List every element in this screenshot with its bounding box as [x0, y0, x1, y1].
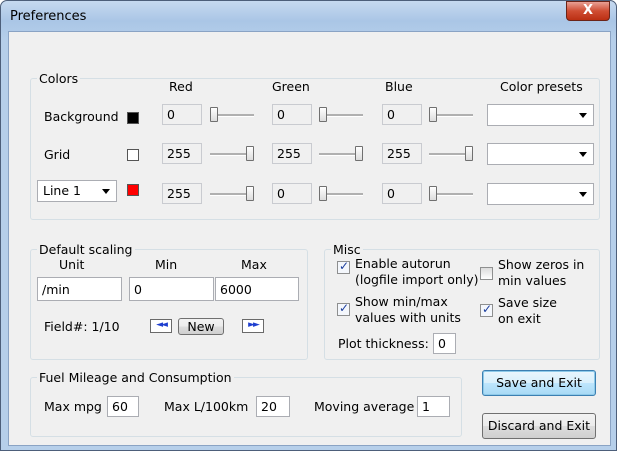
max-l100km-field[interactable]: 20 [256, 396, 290, 417]
discard-and-exit-button[interactable]: Discard and Exit [482, 413, 596, 439]
max-mpg-field[interactable]: 60 [107, 396, 139, 417]
scaling-group-label: Default scaling [37, 242, 135, 257]
line-green-field[interactable]: 0 [272, 183, 312, 204]
slider-thumb[interactable] [210, 107, 218, 122]
slider-thumb[interactable] [319, 186, 327, 201]
background-green-field[interactable]: 0 [272, 104, 312, 125]
grid-green-slider[interactable] [317, 145, 365, 163]
slider-thumb[interactable] [246, 146, 254, 161]
slider-thumb[interactable] [246, 186, 254, 201]
moving-average-label: Moving average [314, 399, 415, 414]
show-zeros-label-line1: Show zeros in [498, 257, 585, 272]
colors-group-label: Colors [37, 71, 81, 86]
slider-thumb[interactable] [429, 186, 437, 201]
save-size-label-line1: Save size [498, 295, 557, 310]
grid-swatch[interactable] [127, 149, 139, 161]
autorun-label-line1: Enable autorun [355, 256, 451, 271]
background-blue-slider[interactable] [427, 106, 475, 124]
show-minmax-label-line2: values with units [355, 310, 461, 325]
save-size-label-line2: on exit [498, 311, 541, 326]
chevron-down-icon [579, 192, 587, 197]
chevron-down-icon [579, 113, 587, 118]
line-red-slider[interactable] [208, 185, 256, 203]
grid-blue-slider[interactable] [427, 145, 475, 163]
moving-average-field[interactable]: 1 [417, 396, 450, 417]
grid-blue-field[interactable]: 255 [382, 143, 422, 164]
blue-header: Blue [385, 79, 413, 94]
background-blue-field[interactable]: 0 [382, 104, 422, 125]
next-field-button[interactable]: ►► [242, 319, 264, 333]
background-green-slider[interactable] [317, 106, 365, 124]
max-l100km-label: Max L/100km [164, 399, 249, 414]
title-bar[interactable]: Preferences X [1, 1, 616, 31]
field-number-label: Field#: 1/10 [44, 319, 120, 334]
max-mpg-label: Max mpg [44, 399, 102, 414]
autorun-checkbox[interactable] [337, 259, 350, 274]
line-blue-slider[interactable] [427, 185, 475, 203]
plot-thickness-label: Plot thickness: [338, 336, 429, 351]
grid-red-field[interactable]: 255 [162, 143, 202, 164]
show-zeros-label-line2: min values [498, 273, 567, 288]
dialog-client: Colors Red Green Blue Color presets Back… [8, 31, 611, 446]
show-minmax-checkbox[interactable] [337, 301, 350, 316]
unit-label: Unit [59, 257, 85, 272]
chevron-down-icon [102, 189, 110, 194]
slider-thumb[interactable] [429, 107, 437, 122]
new-field-button[interactable]: New [178, 318, 224, 335]
line-select[interactable]: Line 1 [37, 180, 117, 202]
line-green-slider[interactable] [317, 185, 365, 203]
slider-thumb[interactable] [355, 146, 363, 161]
max-field[interactable]: 6000 [215, 277, 299, 301]
misc-group-label: Misc [331, 242, 363, 257]
background-red-field[interactable]: 0 [162, 104, 202, 125]
line-preset-select[interactable] [487, 183, 594, 205]
background-preset-select[interactable] [487, 104, 594, 126]
line-select-value: Line 1 [43, 183, 81, 198]
previous-field-button[interactable]: ◄◄ [150, 319, 172, 333]
grid-label: Grid [44, 147, 71, 162]
save-size-checkbox[interactable] [480, 302, 493, 317]
line-blue-field[interactable]: 0 [382, 183, 422, 204]
autorun-label-line2: (logfile import only) [355, 272, 479, 287]
max-label: Max [241, 257, 267, 272]
background-swatch[interactable] [127, 112, 139, 124]
min-label: Min [155, 257, 178, 272]
presets-header: Color presets [500, 79, 583, 94]
unit-field[interactable]: /min [37, 277, 122, 301]
window-title: Preferences [10, 9, 87, 24]
plot-thickness-field[interactable]: 0 [433, 333, 456, 354]
red-header: Red [169, 79, 193, 94]
close-button[interactable]: X [566, 1, 610, 21]
grid-preset-select[interactable] [487, 143, 594, 165]
grid-green-field[interactable]: 255 [272, 143, 312, 164]
show-minmax-label-line1: Show min/max [355, 294, 448, 309]
line-swatch[interactable] [127, 184, 139, 196]
slider-thumb[interactable] [465, 146, 473, 161]
line-red-field[interactable]: 255 [162, 183, 202, 204]
save-and-exit-button[interactable]: Save and Exit [482, 370, 596, 396]
show-zeros-checkbox[interactable] [480, 267, 493, 280]
chevron-down-icon [579, 152, 587, 157]
green-header: Green [272, 79, 310, 94]
background-label: Background [44, 109, 119, 124]
preferences-window: Preferences X Colors Red Green Blue Colo… [0, 0, 617, 451]
background-red-slider[interactable] [208, 106, 256, 124]
slider-thumb[interactable] [319, 107, 327, 122]
fuel-group-label: Fuel Mileage and Consumption [37, 370, 234, 385]
min-field[interactable]: 0 [129, 277, 214, 301]
grid-red-slider[interactable] [208, 145, 256, 163]
